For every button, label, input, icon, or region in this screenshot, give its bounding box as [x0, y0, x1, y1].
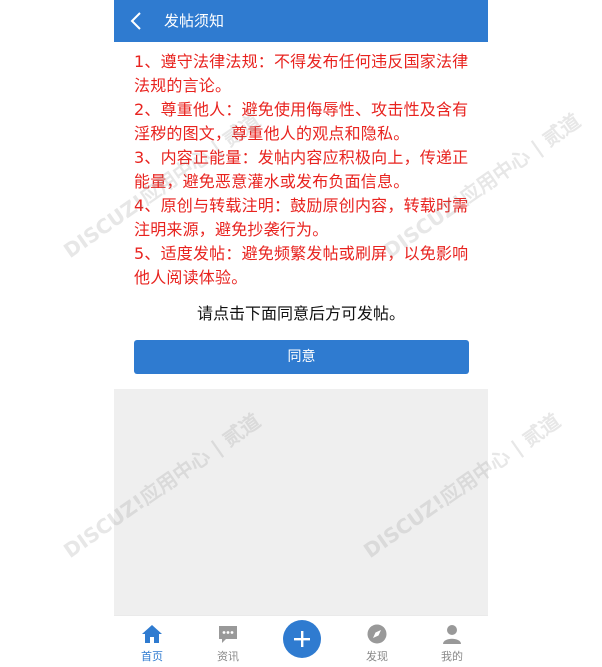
tab-news[interactable]: 资讯	[200, 622, 256, 664]
user-icon	[443, 625, 461, 644]
tab-home-label: 首页	[141, 650, 163, 663]
agree-button[interactable]: 同意	[134, 340, 469, 374]
tab-discover-label: 发现	[366, 650, 388, 663]
bottom-tab-bar: 首页 资讯 发现 我的	[114, 615, 488, 667]
header-bar: 发帖须知	[114, 0, 488, 42]
tab-home[interactable]: 首页	[124, 622, 180, 664]
rule-item: 3、内容正能量：发帖内容应积极向上，传递正能量，避免恶意灌水或发布负面信息。	[134, 148, 469, 191]
chat-bubble-icon	[219, 626, 237, 643]
rule-item: 1、遵守法律法规：不得发布任何违反国家法律法规的言论。	[134, 52, 469, 95]
agree-prompt: 请点击下面同意后方可发帖。	[196, 304, 405, 323]
home-icon	[142, 625, 162, 643]
plus-icon	[294, 631, 310, 647]
tab-discover[interactable]: 发现	[349, 622, 405, 664]
tab-news-label: 资讯	[217, 650, 239, 663]
phone-screen: 发帖须知 1、遵守法律法规：不得发布任何违反国家法律法规的言论。 2、尊重他人：…	[59, 0, 585, 667]
rule-item: 5、适度发帖：避免频繁发帖或刷屏，以免影响他人阅读体验。	[134, 244, 469, 287]
empty-content-area	[114, 389, 488, 615]
chevron-left-icon	[130, 12, 141, 30]
compass-icon	[367, 624, 387, 644]
rule-item: 4、原创与转载注明：鼓励原创内容，转载时需注明来源，避免抄袭行为。	[134, 196, 469, 239]
rule-item: 2、尊重他人：避免使用侮辱性、攻击性及含有淫秽的图文，尊重他人的观点和隐私。	[134, 100, 469, 143]
posting-rules-list: 1、遵守法律法规：不得发布任何违反国家法律法规的言论。 2、尊重他人：避免使用侮…	[134, 50, 472, 290]
tab-me-label: 我的	[441, 650, 463, 663]
page-title: 发帖须知	[164, 12, 225, 30]
tab-me[interactable]: 我的	[424, 622, 480, 664]
back-button[interactable]	[124, 9, 148, 33]
post-button[interactable]	[283, 620, 321, 658]
